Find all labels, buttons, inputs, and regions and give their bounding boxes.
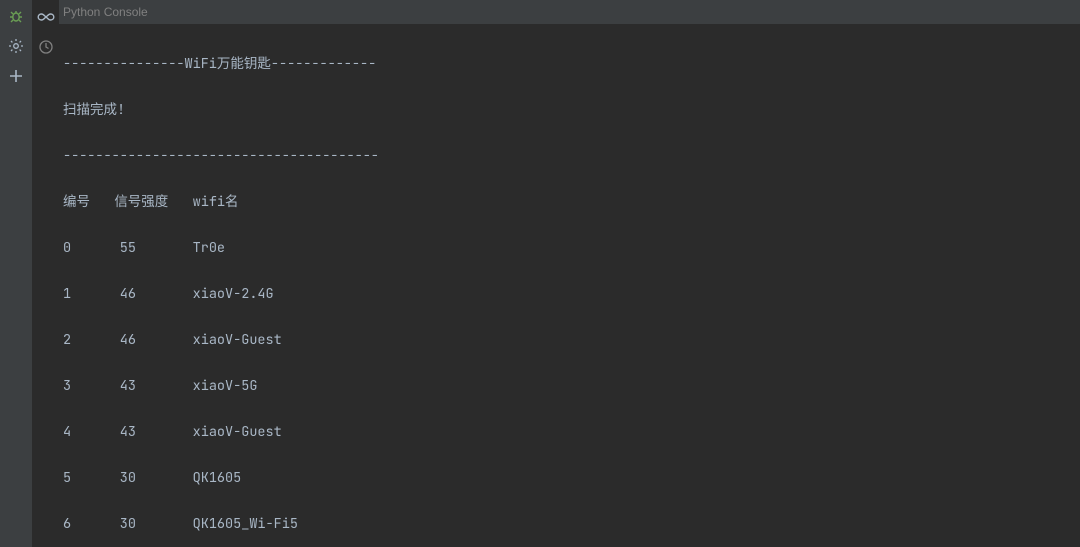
plus-icon[interactable] [8, 68, 24, 84]
main-panel: Python Console ---------------WiFi万能钥匙--… [59, 0, 1080, 547]
infinity-icon[interactable] [37, 8, 55, 26]
tool-gutter [0, 0, 33, 547]
table-row: 0 55 Tr0e [63, 237, 1076, 260]
bug-icon[interactable] [8, 8, 24, 24]
scan-done-line: 扫描完成! [63, 99, 1076, 122]
table-row: 4 43 xiaoV-Guest [63, 421, 1076, 444]
table-row: 1 46 xiaoV-2.4G [63, 283, 1076, 306]
table-header: 编号 信号强度 wifi名 [63, 191, 1076, 214]
divider-top: --------------------------------------- [63, 145, 1076, 168]
clock-icon[interactable] [37, 38, 55, 56]
console-tab-title[interactable]: Python Console [63, 5, 148, 19]
table-row: 6 30 QK1605_Wi-Fi5 [63, 513, 1076, 536]
console-gutter [33, 0, 59, 547]
console-tab-bar: Python Console [59, 0, 1080, 24]
banner-line: ---------------WiFi万能钥匙------------- [63, 53, 1076, 76]
table-row: 2 46 xiaoV-Guest [63, 329, 1076, 352]
table-row: 5 30 QK1605 [63, 467, 1076, 490]
gear-icon[interactable] [8, 38, 24, 54]
console-output[interactable]: ---------------WiFi万能钥匙------------- 扫描完… [59, 24, 1080, 547]
table-row: 3 43 xiaoV-5G [63, 375, 1076, 398]
